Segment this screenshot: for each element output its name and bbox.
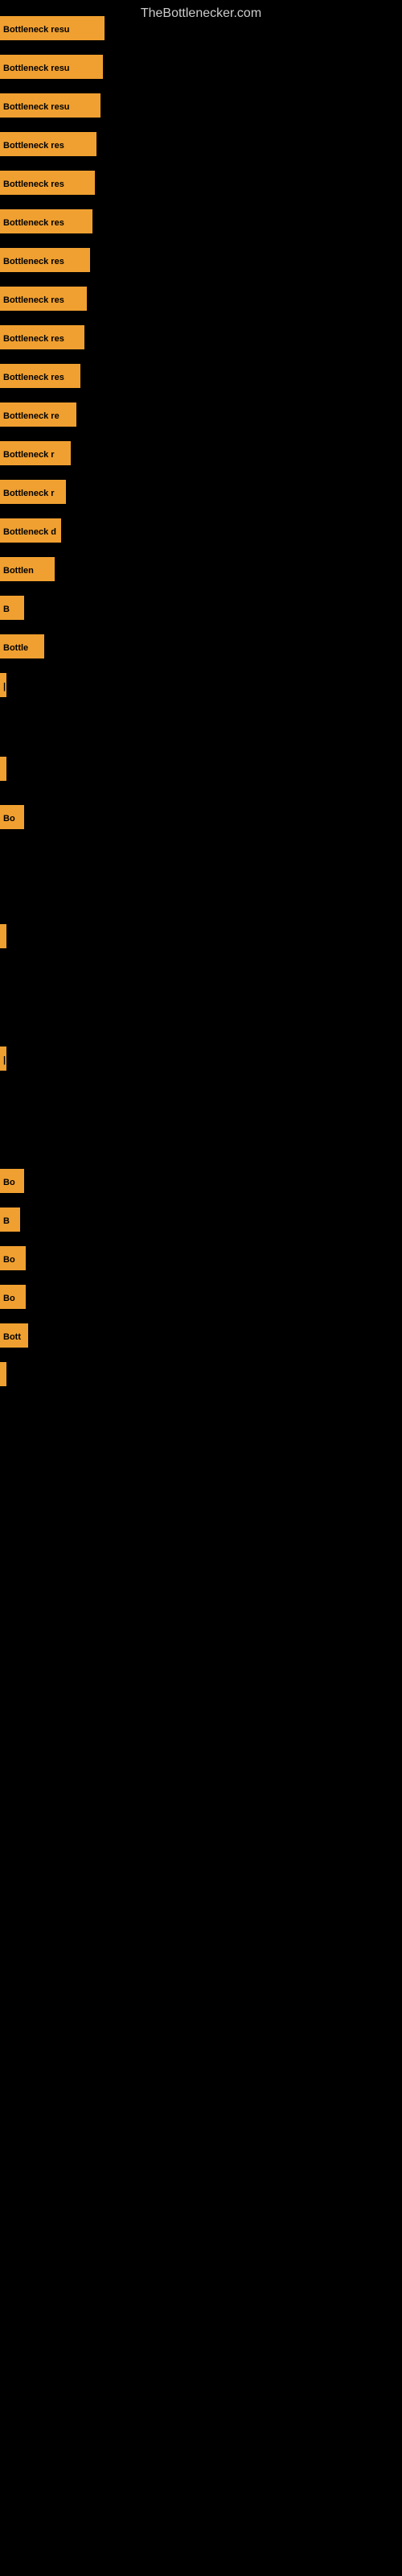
bar-item: Bott [0, 1323, 28, 1348]
bar-label: Bottleneck r [0, 480, 66, 504]
bar-item: Bottleneck r [0, 480, 66, 504]
bar-item: Bottleneck res [0, 171, 95, 195]
bar-label: Bottleneck res [0, 209, 92, 233]
bar-label: | [0, 1046, 6, 1071]
bar-item: Bottle [0, 634, 44, 658]
bar-label: B [0, 1208, 20, 1232]
bar-label: | [0, 673, 6, 697]
bar-label: Bott [0, 1323, 28, 1348]
bar-item: Bottleneck resu [0, 55, 103, 79]
bar-item: Bottleneck res [0, 364, 80, 388]
bar-label [0, 757, 6, 781]
bar-item: Bo [0, 1246, 26, 1270]
bar-label: Bottleneck resu [0, 93, 100, 118]
bar-item: Bottleneck resu [0, 93, 100, 118]
bar-label: Bo [0, 1246, 26, 1270]
bar-item: B [0, 1208, 20, 1232]
bar-label: Bo [0, 805, 24, 829]
bar-item: B [0, 596, 24, 620]
bar-item: Bottleneck d [0, 518, 61, 543]
bar-item [0, 924, 6, 948]
bar-label: Bottleneck resu [0, 16, 105, 40]
bar-item: Bottleneck res [0, 248, 90, 272]
bar-label: Bottleneck res [0, 171, 95, 195]
bar-item: Bottleneck res [0, 287, 87, 311]
bar-label: Bottleneck res [0, 364, 80, 388]
bar-item: | [0, 673, 6, 697]
bar-item: Bottleneck r [0, 441, 71, 465]
bar-label [0, 924, 6, 948]
bar-item: Bottleneck resu [0, 16, 105, 40]
bar-label: Bo [0, 1285, 26, 1309]
bar-item: Bottleneck res [0, 209, 92, 233]
bar-item: | [0, 1046, 6, 1071]
bar-item: Bo [0, 1285, 26, 1309]
bar-label [0, 1362, 6, 1386]
bar-label: Bottleneck r [0, 441, 71, 465]
bar-label: Bottleneck res [0, 132, 96, 156]
bar-label: Bottlen [0, 557, 55, 581]
bar-item: Bo [0, 1169, 24, 1193]
bar-label: Bottleneck res [0, 287, 87, 311]
bar-label: B [0, 596, 24, 620]
bar-item [0, 757, 6, 781]
bar-label: Bottleneck re [0, 402, 76, 427]
bar-item: Bottleneck re [0, 402, 76, 427]
bar-label: Bottleneck res [0, 248, 90, 272]
bar-item: Bottleneck res [0, 132, 96, 156]
bar-item: Bottleneck res [0, 325, 84, 349]
bar-label: Bo [0, 1169, 24, 1193]
bar-label: Bottleneck resu [0, 55, 103, 79]
bar-label: Bottle [0, 634, 44, 658]
bar-label: Bottleneck res [0, 325, 84, 349]
bar-item: Bottlen [0, 557, 55, 581]
bar-label: Bottleneck d [0, 518, 61, 543]
bar-item: Bo [0, 805, 24, 829]
bar-item [0, 1362, 6, 1386]
